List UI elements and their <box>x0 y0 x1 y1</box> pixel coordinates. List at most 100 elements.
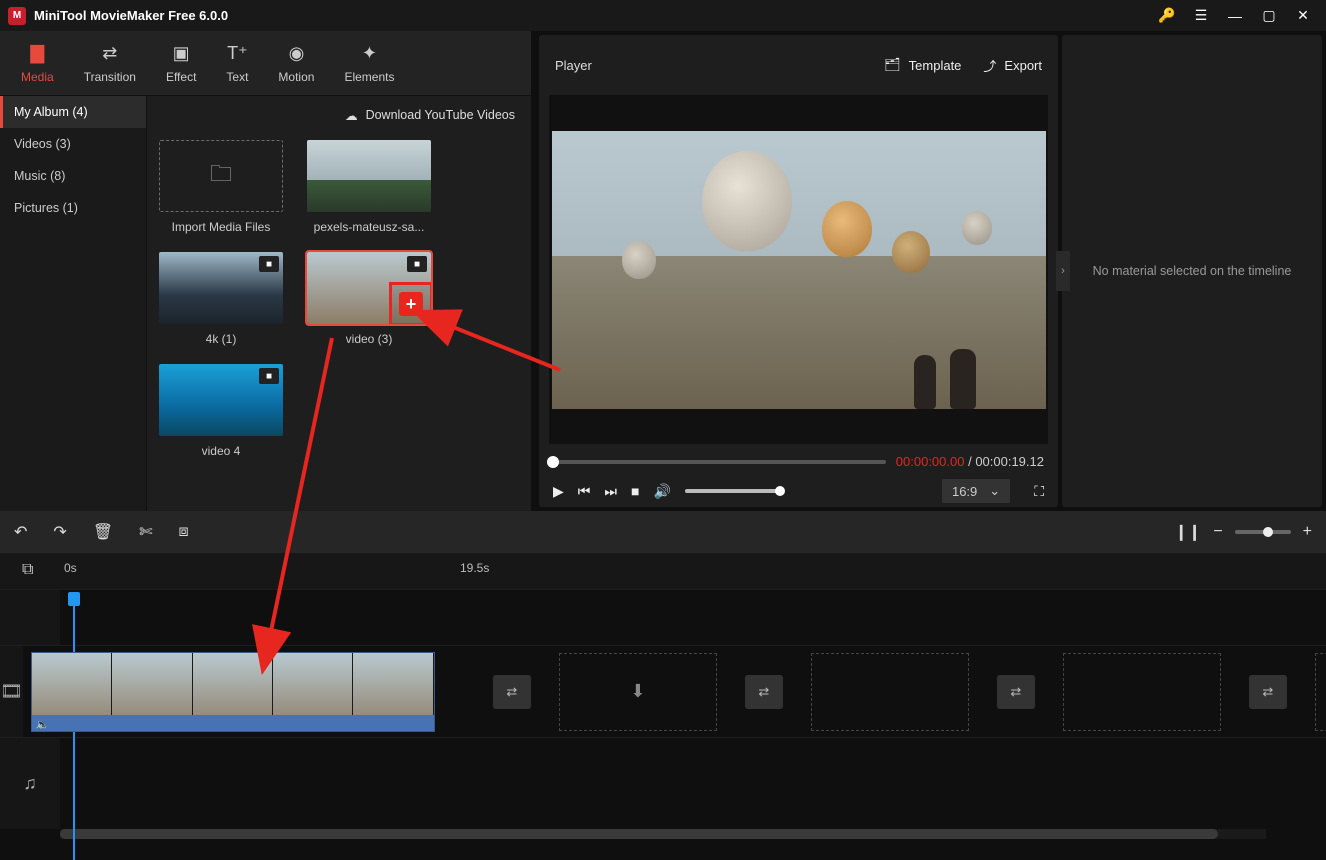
zoom-out-button[interactable]: − <box>1213 523 1222 541</box>
sidebar-item-pictures[interactable]: Pictures (1) <box>0 192 146 224</box>
aspect-ratio-select[interactable]: 16:9 ⌄ <box>942 479 1010 503</box>
transition-slot[interactable]: ⇄ <box>745 675 783 709</box>
ruler-mark: 19.5s <box>460 561 489 575</box>
zoom-in-button[interactable]: + <box>1303 523 1312 541</box>
media-grid: 🗀 Import Media Files pexels-mateusz-sa..… <box>147 134 531 511</box>
transition-icon: ⇄ <box>102 43 117 64</box>
add-marker-button[interactable]: ⧉ <box>22 561 33 579</box>
tab-transition-label: Transition <box>84 70 136 84</box>
timeline-tracks: 🎞 🔈 ⇄ ⬇ ⇄ ⇄ ⇄ <box>0 589 1326 860</box>
tab-text[interactable]: T⁺ Text <box>211 31 263 95</box>
volume-icon[interactable]: 🔊 <box>653 483 670 500</box>
delete-button[interactable]: 🗑 <box>93 522 113 542</box>
volume-handle[interactable] <box>775 486 785 496</box>
timeline-ruler[interactable]: ⧉ 0s 19.5s <box>0 553 1326 589</box>
sidebar-item-videos[interactable]: Videos (3) <box>0 128 146 160</box>
tab-transition[interactable]: ⇄ Transition <box>69 31 151 95</box>
media-card-selected[interactable]: ■ + video (3) <box>307 252 431 346</box>
sidebar-item-music[interactable]: Music (8) <box>0 160 146 192</box>
music-track[interactable]: ♫ <box>0 737 1326 829</box>
zoom-slider[interactable] <box>1235 530 1291 534</box>
media-thumb[interactable]: ■ + <box>307 252 431 324</box>
app-logo: M <box>8 7 26 25</box>
scrollbar-thumb[interactable] <box>60 829 1218 839</box>
tab-motion[interactable]: ◉ Motion <box>263 31 329 95</box>
player-pane: Player 🗂 Template ⤴ Export <box>539 35 1058 507</box>
video-track-icon: 🎞 <box>0 646 23 737</box>
tab-motion-label: Motion <box>278 70 314 84</box>
sidebar-item-label: My Album (4) <box>14 105 88 119</box>
preview-viewport[interactable] <box>549 95 1048 444</box>
export-icon: ⤴ <box>983 56 996 75</box>
video-track[interactable]: 🎞 🔈 ⇄ ⬇ ⇄ ⇄ ⇄ <box>0 645 1326 737</box>
volume-slider[interactable] <box>685 489 780 493</box>
media-card[interactable]: pexels-mateusz-sa... <box>307 140 431 234</box>
timeline-scrollbar[interactable] <box>60 829 1266 839</box>
card-label: 4k (1) <box>206 332 237 346</box>
clip-placeholder[interactable] <box>1063 653 1221 731</box>
ruler-mark: 0s <box>64 561 77 575</box>
export-button[interactable]: ⤴ Export <box>983 56 1042 75</box>
play-button[interactable]: ▶ <box>553 483 564 500</box>
video-icon: ■ <box>407 256 427 272</box>
elements-icon: ✦ <box>362 43 377 64</box>
clip-placeholder[interactable] <box>1315 653 1326 731</box>
close-button[interactable]: ✕ <box>1288 1 1318 31</box>
speaker-icon[interactable]: 🔈 <box>36 718 50 731</box>
minimize-button[interactable]: — <box>1220 1 1250 31</box>
tab-effect[interactable]: ▣ Effect <box>151 31 211 95</box>
seek-handle[interactable] <box>547 456 559 468</box>
media-card[interactable]: ■ 4k (1) <box>159 252 283 346</box>
clip-placeholder[interactable]: ⬇ <box>559 653 717 731</box>
fullscreen-button[interactable]: ⛶ <box>1034 483 1044 500</box>
stop-button[interactable]: ■ <box>631 483 639 499</box>
youtube-icon: ☁ <box>345 108 358 123</box>
split-button[interactable]: ✄ <box>139 522 152 542</box>
crop-button[interactable]: ⧈ <box>179 523 189 541</box>
transition-slot[interactable]: ⇄ <box>997 675 1035 709</box>
add-to-timeline-button[interactable]: + <box>389 282 431 324</box>
key-icon[interactable]: 🔑 <box>1152 1 1182 31</box>
library-pane: ▇ Media ⇄ Transition ▣ Effect T⁺ Text ◉ … <box>0 31 533 511</box>
media-thumb[interactable]: ■ <box>159 364 283 436</box>
prev-frame-button[interactable]: ⏮ <box>578 483 591 500</box>
seek-bar[interactable] <box>553 460 886 464</box>
tab-effect-label: Effect <box>166 70 196 84</box>
maximize-button[interactable]: ▢ <box>1254 1 1284 31</box>
player-controls: 00:00:00.00 / 00:00:19.12 ▶ ⏮ ⏭ ■ 🔊 16:9… <box>539 444 1058 507</box>
tab-media[interactable]: ▇ Media <box>6 31 69 95</box>
text-icon: T⁺ <box>227 43 248 64</box>
transition-slot[interactable]: ⇄ <box>1249 675 1287 709</box>
effect-icon: ▣ <box>173 43 190 64</box>
next-frame-button[interactable]: ⏭ <box>604 483 617 500</box>
card-label: video 4 <box>202 444 241 458</box>
zoom-handle[interactable] <box>1263 527 1273 537</box>
undo-button[interactable]: ↶ <box>14 522 27 542</box>
properties-pane: › No material selected on the timeline <box>1062 35 1322 507</box>
sidebar-item-album[interactable]: My Album (4) <box>0 96 146 128</box>
card-label: pexels-mateusz-sa... <box>314 220 425 234</box>
media-thumb[interactable] <box>307 140 431 212</box>
tab-elements[interactable]: ✦ Elements <box>329 31 409 95</box>
redo-button[interactable]: ↷ <box>53 522 66 542</box>
titlebar: M MiniTool MovieMaker Free 6.0.0 🔑 ☰ — ▢… <box>0 0 1326 31</box>
video-clip[interactable]: 🔈 <box>31 652 435 732</box>
media-thumb[interactable]: ■ <box>159 252 283 324</box>
sidebar-item-label: Music (8) <box>14 169 65 183</box>
empty-state-text: No material selected on the timeline <box>1093 264 1292 278</box>
tab-text-label: Text <box>226 70 248 84</box>
overlay-track[interactable] <box>0 589 1326 645</box>
template-button[interactable]: 🗂 Template <box>884 57 961 73</box>
download-youtube-link[interactable]: ☁ Download YouTube Videos <box>147 96 531 134</box>
collapse-handle[interactable]: › <box>1056 251 1070 291</box>
time-display: 00:00:00.00 / 00:00:19.12 <box>896 454 1044 469</box>
media-card[interactable]: ■ video 4 <box>159 364 283 458</box>
snap-button[interactable]: ❙❙ <box>1175 522 1202 542</box>
import-thumb[interactable]: 🗀 <box>159 140 283 212</box>
hamburger-icon[interactable]: ☰ <box>1186 1 1216 31</box>
folder-icon: 🗀 <box>210 157 232 195</box>
clip-placeholder[interactable] <box>811 653 969 731</box>
transition-slot[interactable]: ⇄ <box>493 675 531 709</box>
preview-frame <box>552 131 1046 409</box>
import-card[interactable]: 🗀 Import Media Files <box>159 140 283 234</box>
